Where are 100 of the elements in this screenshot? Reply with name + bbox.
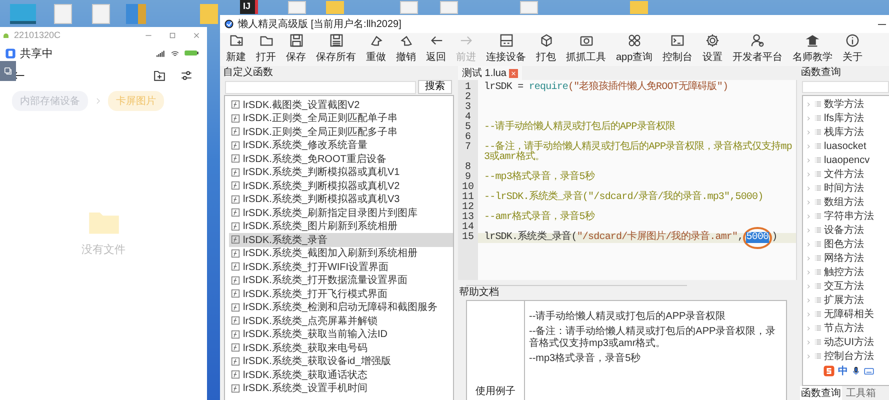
search-field[interactable] xyxy=(802,81,889,93)
tree-item[interactable]: 字符串方法 xyxy=(824,209,874,223)
document-icon[interactable] xyxy=(54,4,72,24)
function-list-item[interactable]: lrSDK.系统类_判断模拟器或真机V1 xyxy=(229,166,453,179)
function-icon xyxy=(231,384,240,393)
function-list-item[interactable]: lrSDK.正则类_全局正则匹配多子串 xyxy=(229,125,453,138)
folder-icon[interactable] xyxy=(326,1,344,14)
tree-item[interactable]: 动态UI方法 xyxy=(824,335,874,349)
function-list-item[interactable]: lrSDK.系统类_免ROOT重启设备 xyxy=(229,152,453,166)
tree-item[interactable]: lfs库方法 xyxy=(824,111,864,125)
document-icon[interactable] xyxy=(288,1,306,14)
monitor-icon[interactable] xyxy=(10,4,36,24)
tree-item[interactable]: 扩展方法 xyxy=(824,293,864,307)
list-icon xyxy=(814,240,822,248)
tree-item[interactable]: 触控方法 xyxy=(824,265,864,279)
function-list-item[interactable]: lrSDK.系统类_判断模拟器或真机V3 xyxy=(229,192,453,206)
toolbar-button[interactable]: app查询 xyxy=(612,32,657,66)
toolbar-button[interactable]: 保存 xyxy=(282,32,310,66)
toolbar-button[interactable]: 返回 xyxy=(422,32,450,66)
function-list-item[interactable]: lrSDK.系统类_图片刷新到系统相册 xyxy=(229,220,453,233)
tree-item[interactable]: 交互方法 xyxy=(824,279,864,293)
ime-language[interactable]: 中 xyxy=(838,364,848,378)
line-number: 11 xyxy=(460,193,475,203)
list-icon xyxy=(814,100,822,108)
tree-item[interactable]: 栈库方法 xyxy=(824,125,864,139)
function-list-item[interactable]: lrSDK.系统类_打开数据流量设置界面 xyxy=(229,274,453,287)
android-icon xyxy=(2,31,10,39)
function-icon xyxy=(231,208,240,218)
function-list-item[interactable]: lrSDK.系统类_获取来电号码 xyxy=(229,341,453,354)
function-icon xyxy=(231,289,240,298)
toolbar-button[interactable]: 打开 xyxy=(252,32,280,66)
function-icon xyxy=(231,235,240,244)
function-list-item[interactable]: lrSDK.截图类_设置截图V2 xyxy=(229,98,453,112)
tree-item[interactable]: 节点方法 xyxy=(824,321,864,335)
tree-item[interactable]: 无障碍相关 xyxy=(824,307,874,321)
toolbar-button[interactable]: 撤销 xyxy=(392,32,420,66)
tree-item[interactable]: 图色方法 xyxy=(824,237,864,251)
toolbar-button[interactable]: 名师教学 xyxy=(788,32,837,66)
editor-tab[interactable]: 测试 1.lua xyxy=(458,66,522,80)
function-list-item[interactable]: lrSDK.系统类_打开WIFI设置界面 xyxy=(229,260,453,274)
function-list-item[interactable]: lrSDK.系统类_获取当前输入法ID xyxy=(229,328,453,341)
tree-item[interactable]: 数学方法 xyxy=(824,97,864,111)
tree-item[interactable]: 网络方法 xyxy=(824,251,864,265)
tree-item[interactable]: 数组方法 xyxy=(824,195,864,209)
document-icon[interactable] xyxy=(92,4,110,24)
toolbar-button[interactable]: 重做 xyxy=(362,32,390,66)
help-text: --mp3格式录音，录音5秒 xyxy=(529,353,642,365)
toolbar-button[interactable]: 控制台 xyxy=(658,32,697,66)
toolbar-button[interactable]: 开发者平台 xyxy=(728,32,787,66)
folder-icon[interactable] xyxy=(630,1,648,14)
code-token: --lrSDK.系统类_录音("/sdcard/录音/我的录音.mp3",5000) xyxy=(484,192,764,203)
function-list-item[interactable]: lrSDK.系统类_获取通话状态 xyxy=(229,368,453,382)
function-icon xyxy=(231,168,240,177)
toolbar-button[interactable]: 新建 xyxy=(222,32,250,66)
list-icon xyxy=(814,268,822,276)
folder-icon[interactable] xyxy=(200,4,218,24)
function-list-item[interactable]: lrSDK.系统类_点亮屏幕并解锁 xyxy=(229,314,453,328)
function-list-item[interactable]: lrSDK.系统类_截图加入刷新到系统相册 xyxy=(229,246,453,260)
panel-tab[interactable]: 工具箱 xyxy=(845,386,877,400)
function-list-item[interactable]: lrSDK.系统类_刷新指定目录图片到图库 xyxy=(229,206,453,220)
function-list-item[interactable]: lrSDK.系统类_检测和启动无障碍和截图服务 xyxy=(229,300,453,314)
tree-item[interactable]: 时间方法 xyxy=(824,181,864,195)
function-icon xyxy=(231,248,240,258)
phone-icon xyxy=(5,48,16,58)
function-list-item[interactable]: lrSDK.系统类_录音 xyxy=(229,233,453,246)
toolbar-button[interactable]: 连接设备 xyxy=(482,32,530,66)
document-icon[interactable] xyxy=(440,1,458,14)
app-icon[interactable]: IJ xyxy=(240,0,258,14)
search-field[interactable] xyxy=(225,80,416,94)
function-name: lrSDK.正则类_全局正则匹配多子串 xyxy=(243,126,398,139)
toolbar-button[interactable]: 设置 xyxy=(698,32,727,66)
tab-label: 测试 1.lua xyxy=(462,66,506,80)
tree-item[interactable]: 控制台方法 xyxy=(824,349,874,363)
function-list-item[interactable]: lrSDK.系统类_获取设备id_增强版 xyxy=(229,354,453,368)
document-icon[interactable] xyxy=(520,1,538,14)
panel-title: 函数查询 xyxy=(800,66,842,79)
search-button[interactable]: 搜索 xyxy=(418,80,452,94)
function-list-item[interactable]: lrSDK.系统类_修改系统音量 xyxy=(229,138,453,152)
function-list-item[interactable]: lrSDK.系统类_打开飞行模式界面 xyxy=(229,287,453,300)
share-status: 共享中 xyxy=(20,46,53,60)
function-list-item[interactable]: lrSDK.系统类_判断模拟器或真机V2 xyxy=(229,179,453,192)
tree-item[interactable]: 文件方法 xyxy=(824,167,864,181)
terminal-icon xyxy=(670,33,686,48)
code-token: ("老狼孩插件懒人免ROOT无障碍版") xyxy=(568,82,728,93)
panel-tab[interactable]: 函数查询 xyxy=(800,386,842,400)
function-list-item[interactable]: lrSDK.系统类_设置手机时间 xyxy=(229,382,453,395)
code-editor[interactable] xyxy=(458,80,797,280)
list-icon xyxy=(814,142,822,150)
function-list-item[interactable]: lrSDK.正则类_全局正则匹配单子串 xyxy=(229,112,453,125)
toolbar-button[interactable]: 抓抓工具 xyxy=(562,32,610,66)
toolbar-button[interactable]: 保存所有 xyxy=(312,32,360,66)
code-token: --mp3格式录音，录音5秒 xyxy=(484,172,594,183)
floating-handle[interactable] xyxy=(0,61,16,81)
tree-item[interactable]: luaopencv xyxy=(824,154,870,166)
archive-icon[interactable] xyxy=(126,4,146,24)
toolbar-button[interactable]: 打包 xyxy=(532,32,560,66)
tree-item[interactable]: luasocket xyxy=(824,140,866,152)
tree-item[interactable]: 设备方法 xyxy=(824,223,864,237)
document-icon[interactable] xyxy=(400,1,418,14)
toolbar-button[interactable]: 关于 xyxy=(838,32,867,66)
